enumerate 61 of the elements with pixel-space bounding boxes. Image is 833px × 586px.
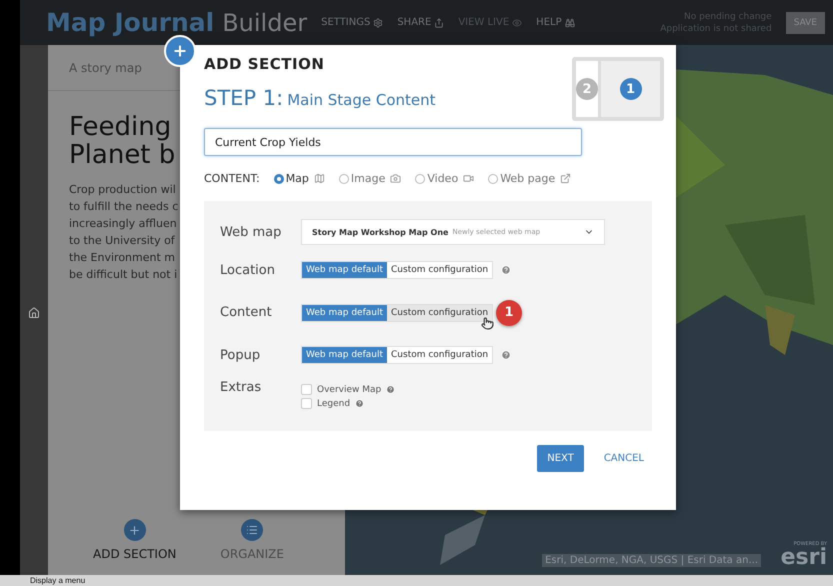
menu-link[interactable]: HELP <box>536 17 575 28</box>
story-text: the Environment m <box>69 250 175 266</box>
map-attribution: Esri, DeLorme, NGA, USGS | Esri Data an... <box>542 554 761 567</box>
story-heading: Feeding <box>69 113 172 141</box>
eye-icon <box>512 18 522 28</box>
plus-icon <box>124 519 146 541</box>
toggle-option[interactable]: Custom configuration <box>387 347 492 363</box>
story-text: to the University of <box>69 233 175 249</box>
story-text: increasingly affluen <box>69 216 177 232</box>
field-label: Web map <box>220 224 282 240</box>
help-icon[interactable] <box>355 399 364 408</box>
app-subtitle: Builder <box>222 8 308 36</box>
status-bar-text: Display a menu <box>30 576 86 585</box>
menu-link[interactable]: SHARE <box>397 17 444 28</box>
app-title: Map Journal <box>46 8 214 37</box>
help-icon[interactable] <box>386 385 396 394</box>
toggle-option[interactable]: Web map default <box>302 262 388 278</box>
external-link-icon <box>560 173 572 184</box>
camera-icon <box>390 173 402 184</box>
menu-link[interactable]: SETTINGS <box>321 17 384 28</box>
map-icon <box>314 173 325 184</box>
step-title: Main Stage Content <box>287 91 436 109</box>
field-label: Content <box>220 305 273 320</box>
field-label: Popup <box>220 348 262 362</box>
list-icon <box>241 519 264 541</box>
home-icon[interactable] <box>28 307 40 319</box>
pointer-icon <box>481 317 494 330</box>
panel-action[interactable]: ORGANIZE <box>220 519 284 561</box>
dialog-title: ADD SECTION <box>204 55 326 73</box>
cancel-button[interactable]: CANCEL <box>598 452 650 465</box>
content-type-radio[interactable]: Video <box>415 172 474 185</box>
next-button[interactable]: NEXT <box>537 445 584 472</box>
field-label: Extras <box>220 380 262 395</box>
help-icon[interactable] <box>501 265 512 275</box>
share-icon <box>434 18 444 28</box>
step-number: 1 <box>620 78 642 100</box>
toggle-option[interactable]: Custom configuration <box>387 262 492 278</box>
story-text: Crop production wil <box>69 182 176 198</box>
extra-checkbox[interactable]: Legend <box>301 398 396 409</box>
callout-badge: 1 <box>496 300 522 326</box>
toggle-option[interactable]: Web map default <box>302 347 388 363</box>
story-text: be difficult but not i <box>69 267 178 283</box>
help-icon[interactable] <box>501 350 512 360</box>
content-type-radio[interactable]: Image <box>338 172 402 185</box>
panel-action[interactable]: ADD SECTION <box>93 519 176 561</box>
content-label: CONTENT: <box>204 172 260 185</box>
step-label: STEP 1: <box>204 86 284 110</box>
content-type-radio[interactable]: Map <box>274 172 325 185</box>
title-field[interactable]: Current Crop Yields <box>204 128 582 156</box>
toggle-option[interactable]: Custom configuration <box>387 304 492 320</box>
toggle-option[interactable]: Web map default <box>302 304 388 320</box>
binoculars-icon <box>564 18 575 28</box>
story-text: to fulfill the needs c <box>69 199 178 215</box>
content-type-radio[interactable]: Web page <box>488 172 572 185</box>
step-number: 2 <box>576 78 598 100</box>
story-heading: Planet b <box>69 141 176 169</box>
field-label: Location <box>220 262 276 278</box>
story-subtitle: A story map <box>69 60 142 74</box>
extra-checkbox[interactable]: Overview Map <box>301 384 396 395</box>
settings-icon <box>373 18 384 28</box>
video-camera-icon <box>463 173 474 184</box>
